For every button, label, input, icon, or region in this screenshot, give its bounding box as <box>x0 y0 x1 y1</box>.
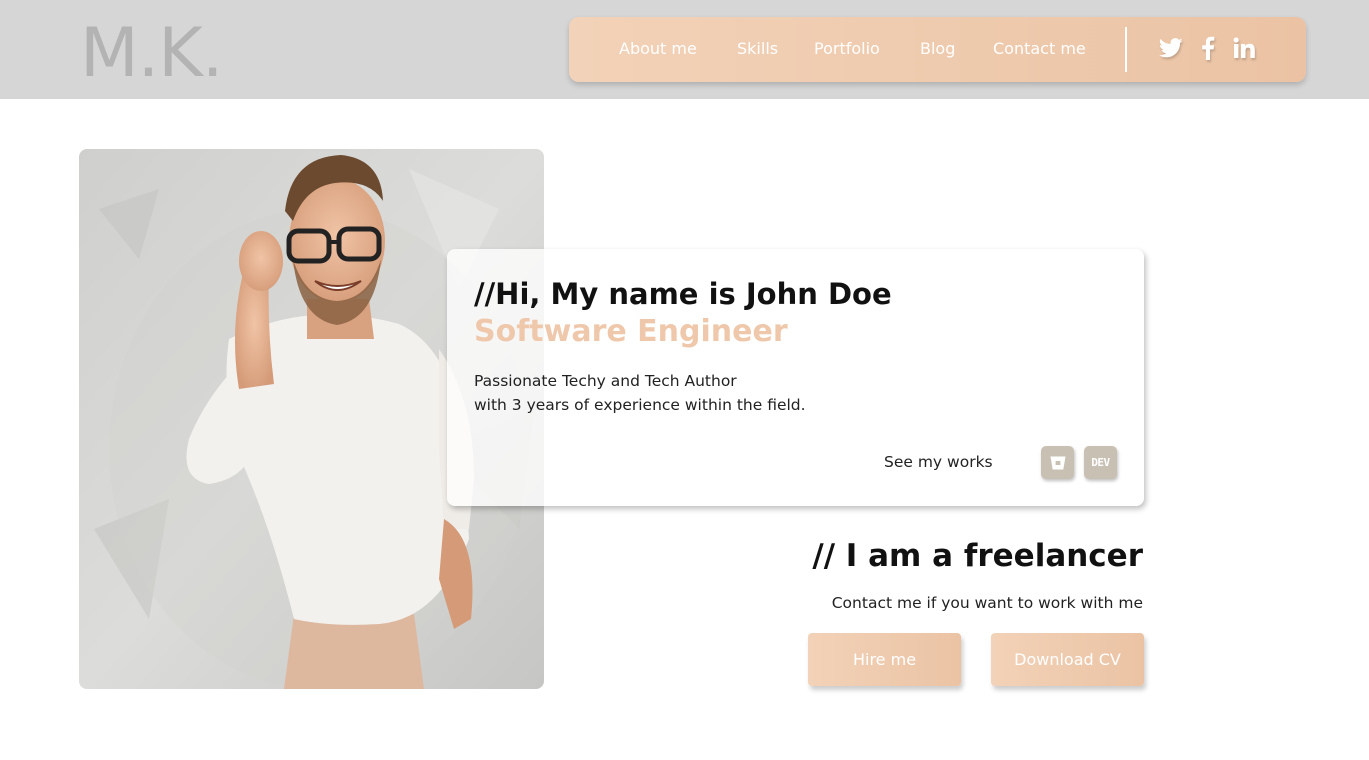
nav-portfolio[interactable]: Portfolio <box>814 39 880 58</box>
see-my-works-label: See my works <box>884 453 993 471</box>
freelancer-heading: // I am a freelancer <box>812 538 1143 574</box>
download-cv-button[interactable]: Download CV <box>991 633 1144 686</box>
description-line: with 3 years of experience within the fi… <box>474 396 806 414</box>
nav-divider <box>1125 27 1127 72</box>
nav-skills[interactable]: Skills <box>737 39 778 58</box>
job-title: Software Engineer <box>474 314 788 349</box>
description-line: Passionate Techy and Tech Author <box>474 372 737 390</box>
nav-blog[interactable]: Blog <box>920 39 955 58</box>
intro-card: //Hi, My name is John Doe Software Engin… <box>447 249 1144 506</box>
linkedin-icon[interactable] <box>1230 34 1258 62</box>
nav-about-me[interactable]: About me <box>619 39 697 58</box>
intro-description: Passionate Techy and Tech Author with 3 … <box>474 369 806 417</box>
twitter-icon[interactable] <box>1157 34 1185 62</box>
site-logo[interactable]: M.K. <box>80 14 223 93</box>
top-header: M.K. About me Skills Portfolio Blog Cont… <box>0 0 1369 99</box>
nav-contact-me[interactable]: Contact me <box>993 39 1086 58</box>
intro-title: //Hi, My name is John Doe <box>474 277 892 311</box>
facebook-icon[interactable] <box>1194 34 1222 62</box>
bitbucket-icon[interactable] <box>1041 446 1074 479</box>
main-nav: About me Skills Portfolio Blog Contact m… <box>569 17 1306 82</box>
freelancer-subtitle: Contact me if you want to work with me <box>831 594 1143 612</box>
hire-me-button[interactable]: Hire me <box>808 633 961 686</box>
dev-icon[interactable]: DEV <box>1084 446 1117 479</box>
dev-badge-text: DEV <box>1091 456 1110 469</box>
